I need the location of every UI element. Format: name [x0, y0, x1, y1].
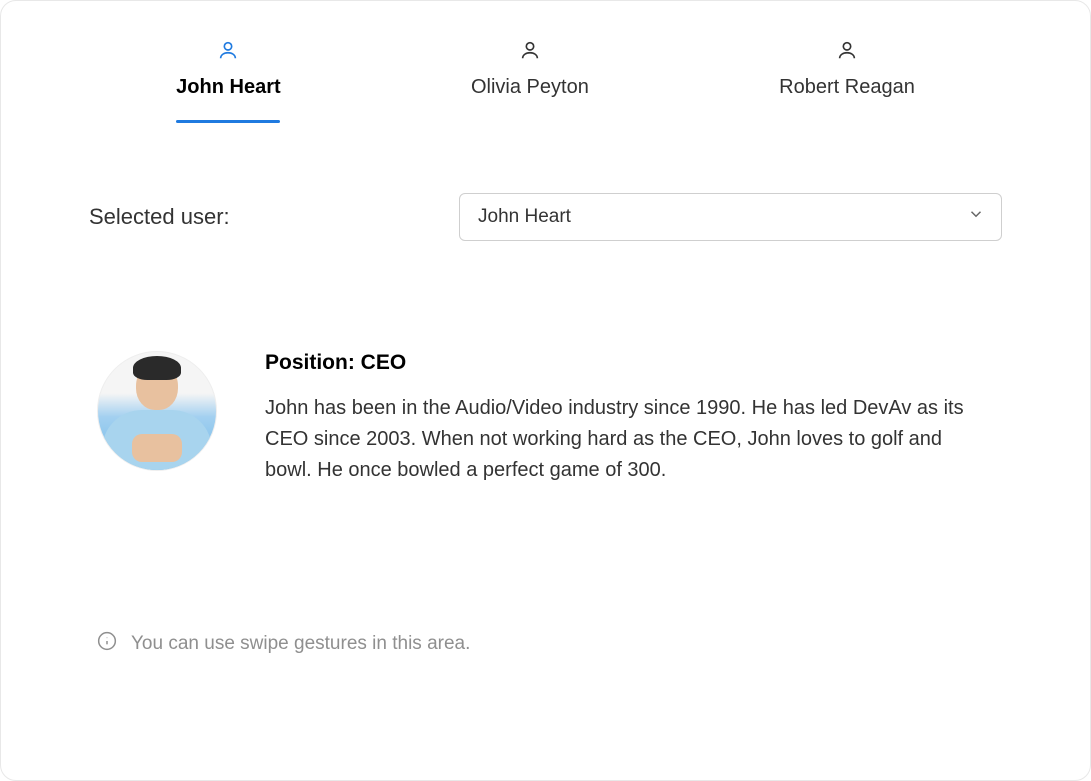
chevron-down-icon — [967, 205, 985, 229]
user-select[interactable]: John Heart — [459, 193, 1002, 241]
tab-label: Robert Reagan — [779, 76, 915, 99]
profile-text: Position: CEO John has been in the Audio… — [265, 351, 994, 486]
tab-label: John Heart — [176, 76, 280, 99]
tab-olivia-peyton[interactable]: Olivia Peyton — [451, 39, 609, 123]
selector-row: Selected user: John Heart — [1, 193, 1090, 241]
hint-text: You can use swipe gestures in this area. — [131, 633, 470, 655]
user-icon — [836, 39, 858, 66]
select-value: John Heart — [478, 206, 571, 228]
tab-label: Olivia Peyton — [471, 76, 589, 99]
user-icon — [217, 39, 239, 66]
tab-john-heart[interactable]: John Heart — [156, 39, 300, 123]
hint-row: You can use swipe gestures in this area. — [97, 631, 470, 656]
selector-label: Selected user: — [89, 204, 459, 230]
profile-position: Position: CEO — [265, 351, 994, 375]
profile-section: Position: CEO John has been in the Audio… — [1, 351, 1090, 486]
info-icon — [97, 631, 117, 656]
tab-robert-reagan[interactable]: Robert Reagan — [759, 39, 935, 123]
user-icon — [519, 39, 541, 66]
avatar — [97, 351, 217, 471]
card-container: John Heart Olivia Peyton Robert Reagan S… — [0, 0, 1091, 781]
tab-bar: John Heart Olivia Peyton Robert Reagan — [1, 39, 1090, 123]
profile-notes: John has been in the Audio/Video industr… — [265, 393, 994, 486]
